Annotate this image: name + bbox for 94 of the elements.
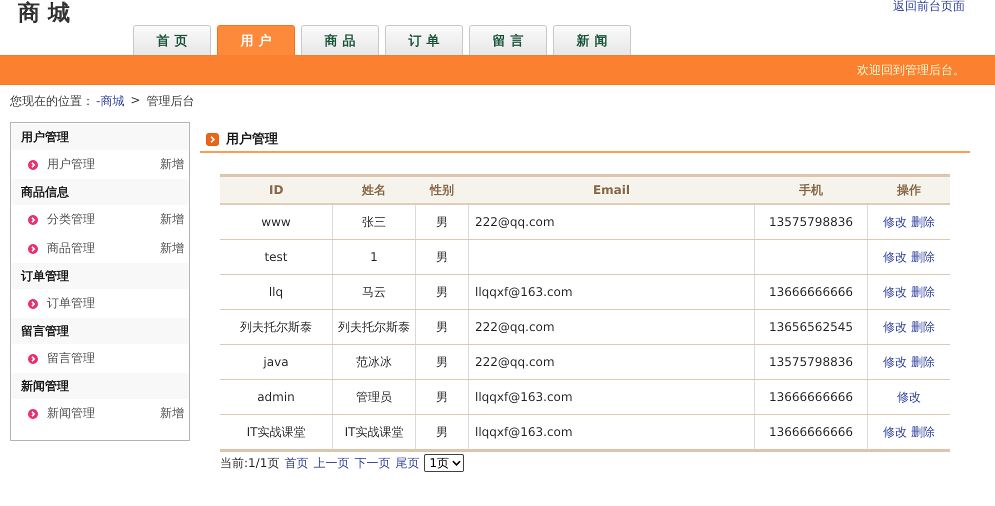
action-link[interactable]: 删除 <box>911 285 935 299</box>
table-cell: llqqxf@163.com <box>475 425 573 439</box>
sidebar-item[interactable]: 新闻管理 <box>47 405 160 422</box>
table-cell: 222@qq.com <box>475 355 555 369</box>
nav-tab[interactable]: 商 品 <box>301 25 379 55</box>
action-link[interactable]: 删除 <box>911 250 935 264</box>
action-link[interactable]: 修改 <box>883 425 907 439</box>
chevron-icon <box>28 214 38 224</box>
column-header: ID <box>220 176 332 204</box>
nav-tab[interactable]: 首 页 <box>133 25 211 55</box>
table-cell: 列夫托尔斯泰 <box>338 320 410 334</box>
add-link[interactable]: 新增 <box>160 405 184 422</box>
table-cell: www <box>261 215 291 229</box>
table-cell: llq <box>268 285 284 299</box>
sidebar-heading: 留言管理 <box>11 318 189 344</box>
table-cell: IT实战课堂 <box>246 425 306 439</box>
action-link[interactable]: 修改 <box>883 285 907 299</box>
table-cell: 马云 <box>362 285 386 299</box>
breadcrumb-current: 管理后台 <box>146 93 194 110</box>
sidebar-item[interactable]: 商品管理 <box>47 240 160 257</box>
table-cell: 男 <box>436 215 448 229</box>
table-cell: 13575798836 <box>769 355 853 369</box>
table-cell: 男 <box>436 425 448 439</box>
table-cell: 13666666666 <box>769 285 853 299</box>
table-cell: 13575798836 <box>769 215 853 229</box>
pager-link[interactable]: 尾页 <box>395 454 420 472</box>
sidebar-item[interactable]: 订单管理 <box>47 295 184 312</box>
action-link[interactable]: 修改 <box>897 390 921 404</box>
pager-link[interactable]: 首页 <box>284 454 308 472</box>
column-header: 姓名 <box>332 176 416 204</box>
logo: 商城 <box>18 0 78 28</box>
chevron-icon <box>28 354 38 364</box>
add-link[interactable]: 新增 <box>160 240 184 257</box>
chevron-icon <box>206 132 219 146</box>
column-header: 性别 <box>416 176 468 204</box>
table-cell: 男 <box>436 390 448 404</box>
sidebar-heading: 订单管理 <box>11 263 189 289</box>
chevron-icon <box>28 244 38 254</box>
action-link[interactable]: 修改 <box>883 250 907 264</box>
pager-link[interactable]: 下一页 <box>354 454 390 472</box>
chevron-icon <box>28 298 38 308</box>
sidebar-heading: 用户管理 <box>11 124 189 150</box>
nav-tab[interactable]: 新 闻 <box>553 25 631 55</box>
back-link[interactable]: 返回前台页面 <box>893 0 965 13</box>
sidebar-item[interactable]: 留言管理 <box>47 350 184 367</box>
table-cell: llqqxf@163.com <box>475 285 573 299</box>
table-cell: 男 <box>436 320 448 334</box>
action-link[interactable]: 删除 <box>911 355 935 369</box>
chevron-icon <box>28 408 38 418</box>
section-title: 用户管理 <box>226 130 278 148</box>
table-cell: 222@qq.com <box>475 215 555 229</box>
table-cell: 列夫托尔斯泰 <box>240 320 312 334</box>
welcome-text: 欢迎回到管理后台。 <box>857 62 965 78</box>
nav-tab[interactable]: 订 单 <box>385 25 463 55</box>
breadcrumb-link[interactable]: -商城 <box>96 93 124 113</box>
table-cell: 13656562545 <box>769 320 853 334</box>
action-link[interactable]: 修改 <box>883 320 907 334</box>
table-cell: 13666666666 <box>769 425 853 439</box>
table-cell: 男 <box>436 285 448 299</box>
action-link[interactable]: 删除 <box>911 215 935 229</box>
sidebar-item[interactable]: 分类管理 <box>47 211 160 228</box>
page-status: 当前:1/1页 <box>220 454 280 472</box>
add-link[interactable]: 新增 <box>160 211 184 228</box>
table-cell: llqqxf@163.com <box>475 390 573 404</box>
table-cell: 1 <box>370 250 378 264</box>
table-cell: 张三 <box>362 215 386 229</box>
caret-icon <box>452 460 461 466</box>
column-header: Email <box>468 176 754 204</box>
sidebar-item[interactable]: 用户管理 <box>47 156 160 173</box>
add-link[interactable]: 新增 <box>160 156 184 173</box>
table-cell: 222@qq.com <box>475 320 555 334</box>
column-header: 手机 <box>754 176 868 204</box>
table-cell: 男 <box>436 355 448 369</box>
page-select[interactable]: 1页 <box>424 454 464 472</box>
column-header: 操作 <box>868 176 950 204</box>
breadcrumb-separator: > <box>130 93 140 109</box>
action-link[interactable]: 删除 <box>911 425 935 439</box>
sidebar-heading: 商品信息 <box>11 179 189 205</box>
table-cell: 男 <box>436 250 448 264</box>
action-link[interactable]: 修改 <box>883 215 907 229</box>
table-cell: test <box>264 250 288 264</box>
action-link[interactable]: 删除 <box>911 320 935 334</box>
chevron-icon <box>28 160 38 170</box>
action-link[interactable]: 修改 <box>883 355 907 369</box>
breadcrumb-label: 您现在的位置： <box>10 93 94 110</box>
table-cell: 13666666666 <box>769 390 853 404</box>
table-cell: 管理员 <box>356 390 392 404</box>
sidebar-heading: 新闻管理 <box>11 373 189 399</box>
table-cell: admin <box>257 390 295 404</box>
table-cell: 范冰冰 <box>356 355 392 369</box>
pager-link[interactable]: 上一页 <box>313 454 350 472</box>
nav-tab[interactable]: 留 言 <box>469 25 547 55</box>
table-cell: IT实战课堂 <box>344 425 404 439</box>
table-cell: java <box>263 355 289 369</box>
